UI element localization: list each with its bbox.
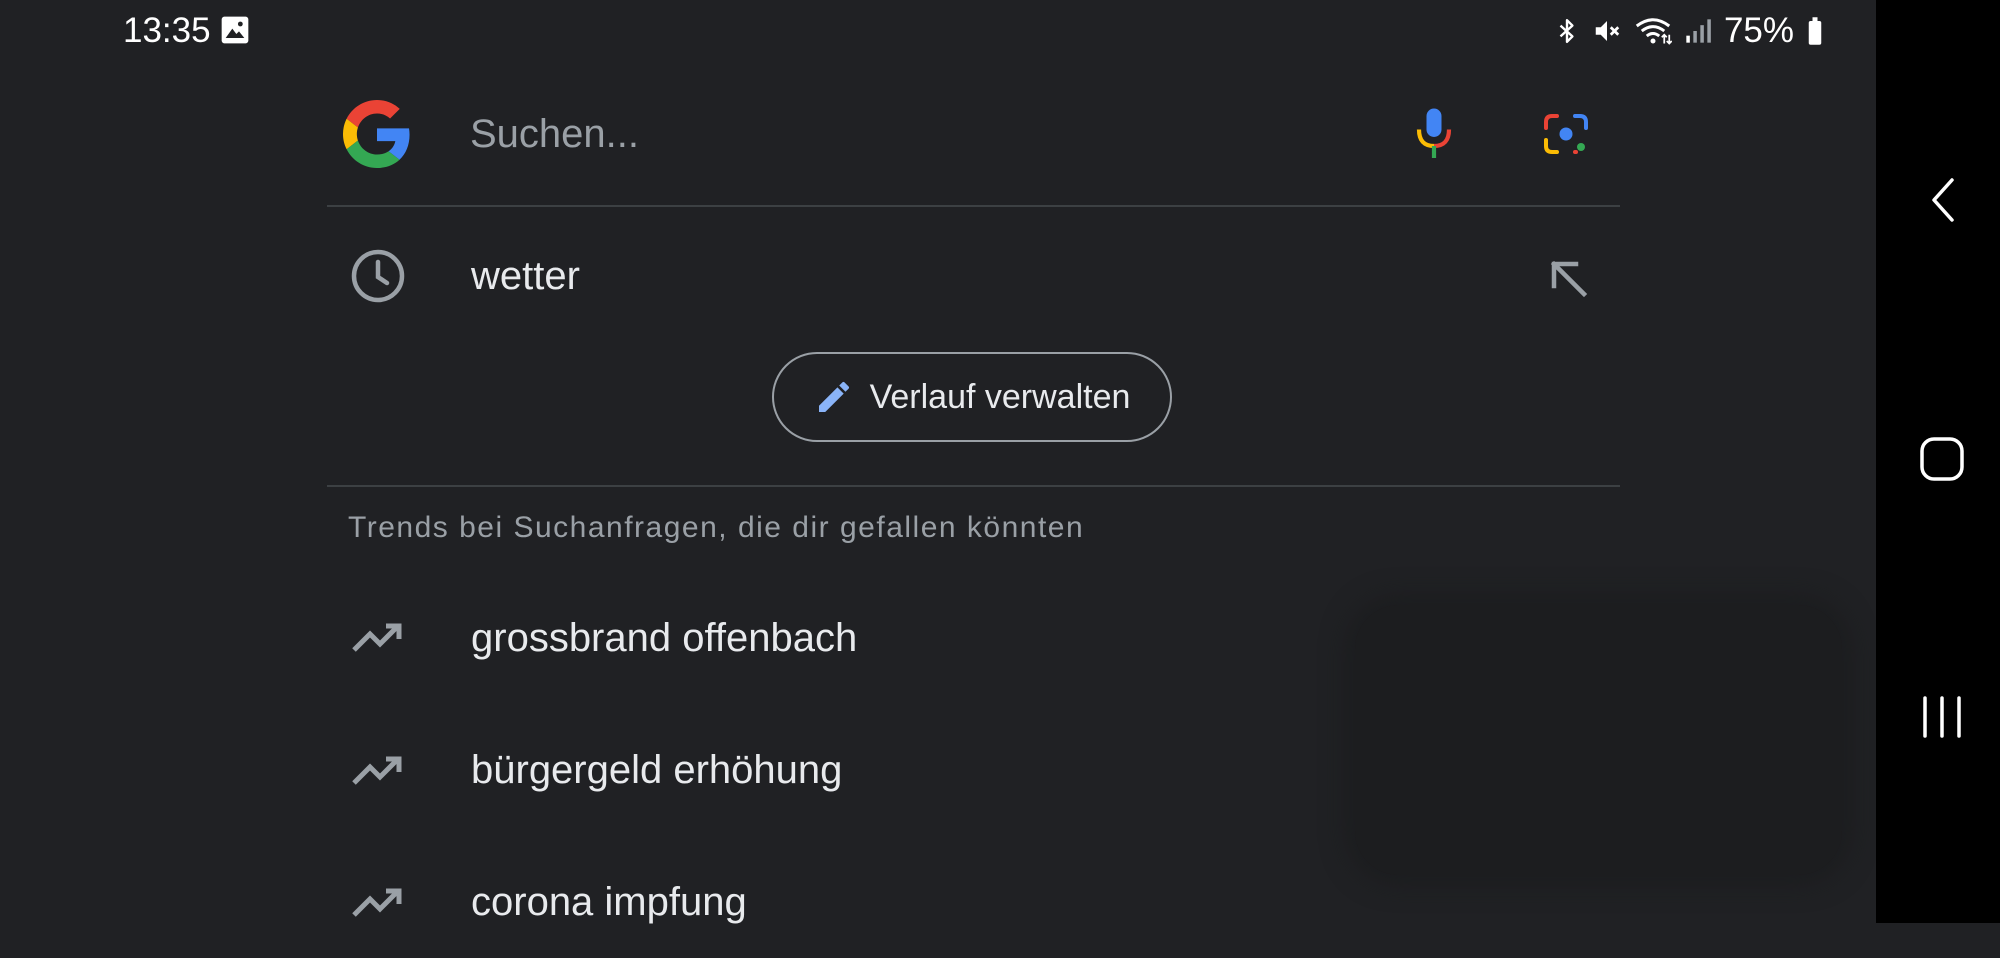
battery-percent: 75%: [1723, 11, 1794, 50]
trends-heading: Trends bei Suchanfragen, die dir gefalle…: [348, 511, 1085, 544]
battery-icon: [1808, 17, 1822, 45]
blurred-overlay: [1355, 605, 1842, 875]
search-divider: [327, 205, 1620, 207]
status-icons: 75%: [1554, 10, 1824, 52]
trend-item-label: bürgergeld erhöhung: [471, 748, 843, 792]
status-time: 13:35: [123, 11, 211, 50]
gallery-icon: [221, 16, 249, 44]
trending-up-icon: [352, 888, 402, 917]
bluetooth-icon: [1559, 18, 1574, 44]
trend-item-label: corona impfung: [471, 880, 747, 924]
clock-icon: [351, 249, 405, 303]
wifi-icon: [1635, 18, 1672, 45]
google-lens-icon[interactable]: [1542, 110, 1590, 158]
trending-up-icon: [352, 623, 402, 652]
history-divider: [327, 485, 1620, 487]
mute-icon: [1595, 21, 1620, 41]
trend-item-label: grossbrand offenbach: [471, 616, 858, 660]
manage-history-label: Verlauf verwalten: [869, 377, 1131, 416]
home-button[interactable]: [1919, 436, 1965, 482]
google-logo-icon: [343, 100, 410, 168]
pencil-icon: [818, 381, 849, 412]
microphone-icon[interactable]: [1413, 107, 1455, 161]
search-input[interactable]: [460, 100, 1380, 168]
back-button[interactable]: [1925, 175, 1961, 225]
signal-icon: [1686, 19, 1711, 43]
history-item-label: wetter: [471, 254, 580, 298]
manage-history-button[interactable]: Verlauf verwalten: [772, 352, 1172, 442]
recent-apps-button[interactable]: [1919, 694, 1965, 740]
fill-query-arrow-icon[interactable]: [1546, 256, 1590, 300]
trending-up-icon: [352, 756, 402, 785]
